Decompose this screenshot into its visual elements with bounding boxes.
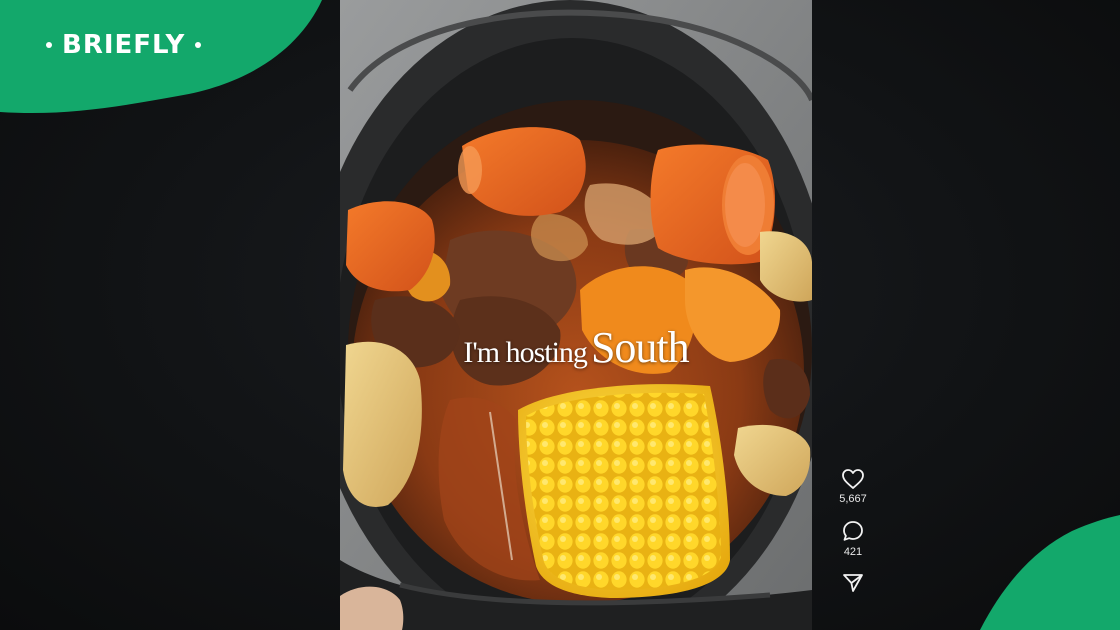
stew-photo (340, 0, 812, 630)
video-caption: I'm hosting South (340, 322, 812, 373)
heart-icon (842, 469, 864, 489)
comment-count: 421 (843, 546, 863, 558)
video-player[interactable]: I'm hosting South (340, 0, 812, 630)
brand-dot-left (46, 42, 52, 48)
caption-prefix: I'm hosting (463, 336, 588, 369)
share-button[interactable] (841, 572, 865, 594)
corner-decoration (980, 515, 1120, 630)
brand-dot-right (195, 42, 202, 48)
comment-button[interactable]: 421 (841, 519, 865, 558)
brand-badge-shape (0, 0, 322, 114)
action-rail: 5,667 421 (826, 468, 880, 594)
comment-icon (843, 521, 863, 541)
send-icon (843, 574, 863, 592)
like-count: 5,667 (839, 493, 867, 505)
like-button[interactable]: 5,667 (839, 468, 867, 505)
caption-emphasis: South (590, 323, 690, 372)
brand-logo: BRIEFLY (46, 30, 202, 60)
corn-cob (518, 384, 730, 598)
brand-name: BRIEFLY (62, 30, 186, 60)
